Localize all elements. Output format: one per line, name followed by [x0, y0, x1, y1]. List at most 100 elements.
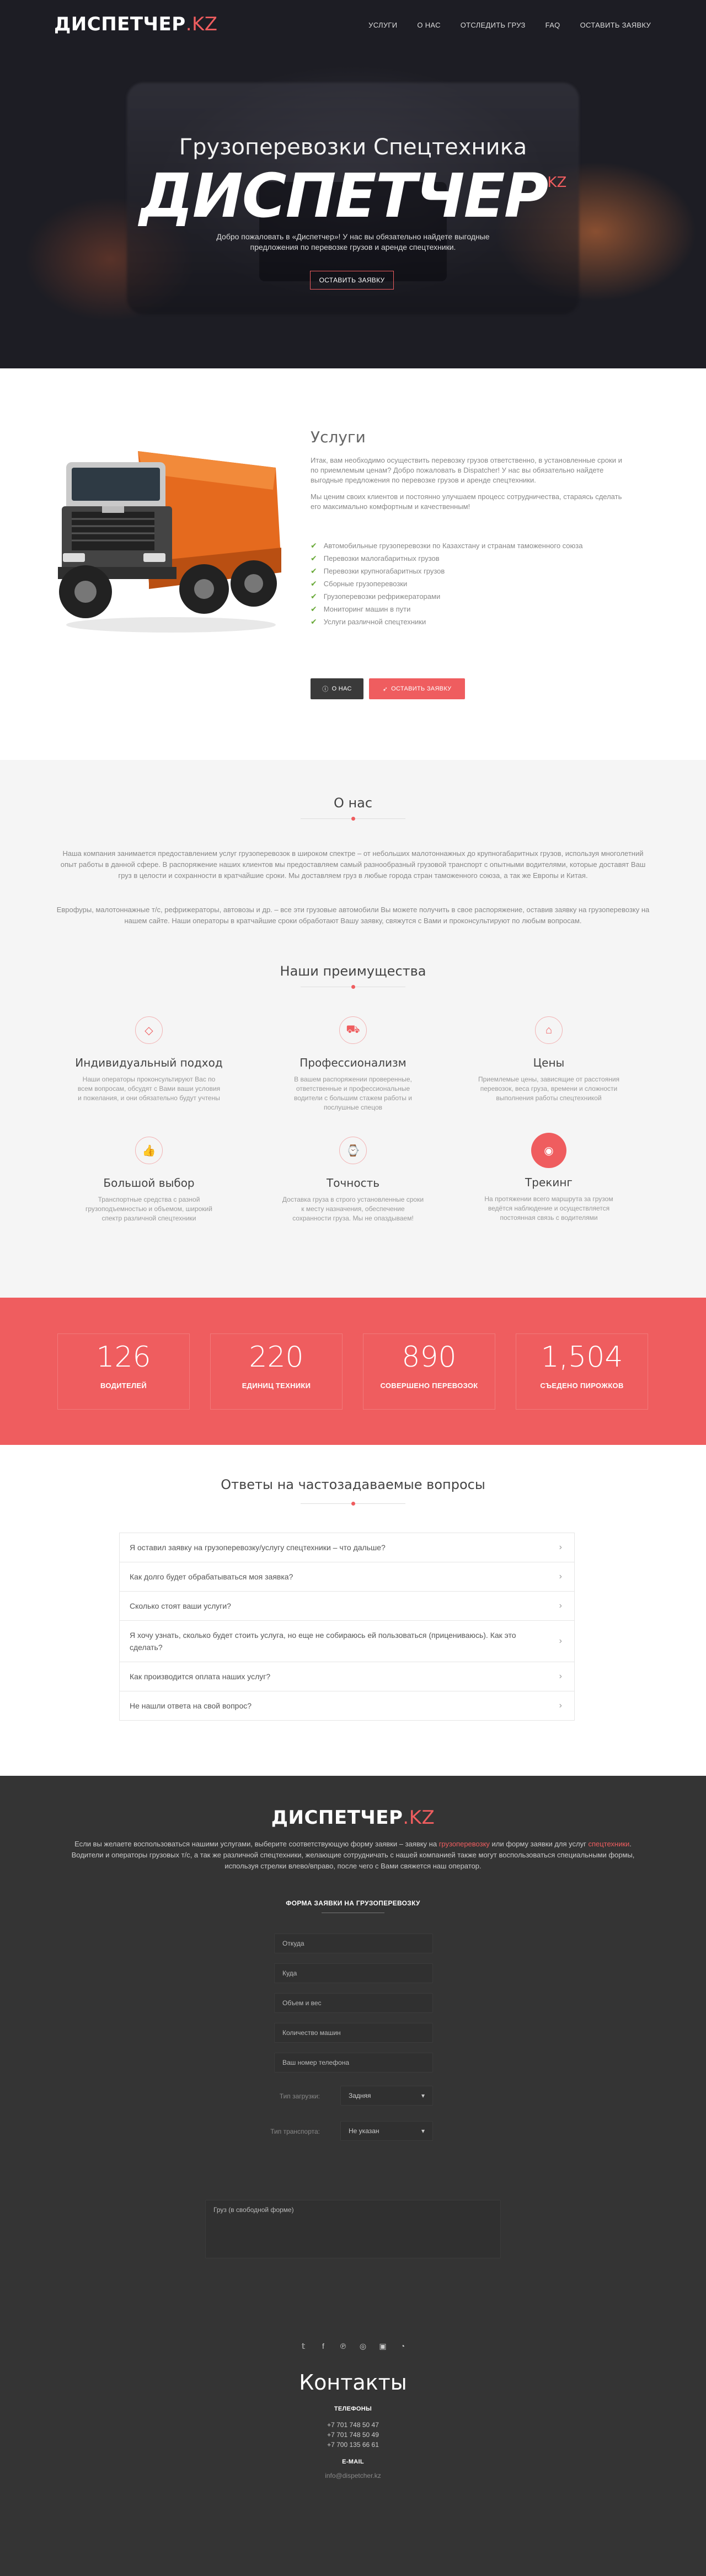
nav-item-track[interactable]: ОТСЛЕДИТЬ ГРУЗ: [461, 21, 526, 29]
stat-value: 1,504: [541, 1341, 623, 1374]
faq-item[interactable]: Не нашли ответа на свой вопрос? ›: [120, 1691, 574, 1720]
order-button[interactable]: ➶ ОСТАВИТЬ ЗАЯВКУ: [369, 678, 465, 699]
feature-card: ◉ Трекинг На протяжении всего маршрута з…: [466, 1133, 632, 1223]
services-paragraph-1: Итак, вам необходимо осуществить перевоз…: [311, 456, 622, 484]
truck-image: [58, 451, 281, 633]
divider-dot: [351, 1502, 355, 1506]
logo-suffix: .KZ: [403, 1807, 435, 1829]
list-item: ✔ Перевозки крупногабаритных грузов: [311, 565, 582, 577]
special-equipment-link[interactable]: спецтехники: [588, 1840, 629, 1848]
feature-title: Большой выбор: [103, 1176, 195, 1190]
footer-section: ДИСПЕТЧЕР.KZ Если вы желаете воспользова…: [0, 1776, 706, 2576]
feature-card: ⌚ Точность Доставка груза в строго устан…: [270, 1137, 436, 1223]
phone-number[interactable]: +7 700 135 66 61: [0, 2441, 706, 2449]
list-item-text: Услуги различной спецтехники: [323, 618, 426, 626]
list-item: ✔ Мониторинг машин в пути: [311, 603, 582, 615]
feature-card: 👍 Большой выбор Транспортные средства с …: [66, 1137, 232, 1223]
rss-icon[interactable]: ◔: [398, 2342, 408, 2351]
to-input[interactable]: Куда: [274, 1963, 433, 1983]
order-button-label: ОСТАВИТЬ ЗАЯВКУ: [391, 685, 452, 692]
email-link[interactable]: info@dispetcher.kz: [0, 2472, 706, 2479]
cargo-link[interactable]: грузоперевозку: [439, 1840, 490, 1848]
feature-card: ⛟ Профессионализм В вашем распоряжении п…: [270, 1016, 436, 1112]
feature-card: ⌂ Цены Приемлемые цены, зависящие от рас…: [466, 1016, 632, 1103]
pinterest-icon[interactable]: ℗: [338, 2342, 348, 2351]
phones-label: ТЕЛЕФОНЫ: [334, 2406, 372, 2412]
stat-label: СОВЕРШЕНО ПЕРЕВОЗОК: [380, 1381, 478, 1390]
about-paragraph-1: Наша компания занимается предоставлением…: [60, 849, 646, 880]
services-paragraph-2: Мы ценим своих клиентов и постоянно улуч…: [311, 492, 622, 511]
feature-card: ◇ Индивидуальный подход Наши операторы п…: [66, 1016, 232, 1103]
instagram-icon[interactable]: ▣: [378, 2342, 388, 2351]
stat-value: 220: [249, 1341, 304, 1374]
volume-weight-input[interactable]: Объем и вес: [274, 1993, 433, 2013]
cargo-textarea[interactable]: Груз (в свободной форме): [205, 2200, 501, 2258]
stats-section: 126 ВОДИТЕЛЕЙ 220 ЕДИНИЦ ТЕХНИКИ 890 СОВЕРШ…: [0, 1298, 706, 1445]
about-paragraph-2: Еврофуры, малотоннажные т/с, рефрижерато…: [56, 906, 650, 925]
faq-question: Как производится оплата наших услуг?: [130, 1672, 271, 1681]
stat-value: 890: [402, 1341, 457, 1374]
phone-number[interactable]: +7 701 748 50 49: [0, 2431, 706, 2439]
transport-type-label: Тип транспорта:: [270, 2128, 320, 2135]
faq-question: Как долго будет обрабатываться моя заявк…: [130, 1572, 293, 1581]
phone-number[interactable]: +7 701 748 50 47: [0, 2421, 706, 2429]
stat-card: 126 ВОДИТЕЛЕЙ: [57, 1333, 190, 1410]
faq-item[interactable]: Я оставил заявку на грузоперевозку/услуг…: [120, 1533, 574, 1562]
nav-item-about[interactable]: О НАС: [417, 21, 440, 29]
about-button-label: О НАС: [331, 685, 352, 692]
hero-title-sup: KZ: [547, 174, 567, 191]
hero-title-text: ДИСПЕТЧЕР: [139, 160, 549, 231]
from-input[interactable]: Откуда: [274, 1934, 433, 1953]
check-icon: ✔: [311, 566, 317, 575]
feature-text: Приемлемые цены, зависящие от расстояния…: [478, 1075, 620, 1102]
facebook-icon[interactable]: f: [318, 2342, 328, 2351]
diamond-icon: ◇: [135, 1016, 163, 1044]
nav-item-faq[interactable]: FAQ: [545, 21, 560, 29]
transport-type-select[interactable]: Не указан ▾: [340, 2121, 433, 2141]
faq-item[interactable]: Как производится оплата наших услуг? ›: [120, 1662, 574, 1691]
phone-input[interactable]: Ваш номер телефона: [274, 2053, 433, 2072]
list-item: ✔ Сборные грузоперевозки: [311, 577, 582, 590]
feature-text: Наши операторы проконсультируют Вас по в…: [77, 1075, 221, 1102]
about-title: О нас: [333, 795, 373, 811]
about-section: О нас Наша компания занимается предостав…: [0, 760, 706, 1298]
footer-text-part: или форму заявки для услуг: [489, 1840, 589, 1848]
load-type-value: Задняя: [349, 2092, 371, 2100]
eye-icon: ◉: [531, 1133, 566, 1168]
nav-item-services[interactable]: УСЛУГИ: [368, 21, 397, 29]
divider-dot: [351, 985, 355, 989]
hero-order-button[interactable]: ОСТАВИТЬ ЗАЯВКУ: [310, 271, 394, 290]
services-list: ✔ Автомобильные грузоперевозки по Казахст…: [311, 539, 582, 628]
thumbs-up-icon: 👍: [135, 1137, 163, 1164]
stat-card: 890 СОВЕРШЕНО ПЕРЕВОЗОК: [363, 1333, 495, 1410]
site-logo[interactable]: ДИСПЕТЧЕР.KZ: [54, 13, 218, 35]
hero-intro: Добро пожаловать в «Диспетчер»! У нас вы…: [216, 232, 490, 251]
load-type-select[interactable]: Задняя ▾: [340, 2086, 433, 2106]
advantages-title: Наши преимущества: [280, 963, 426, 979]
check-icon: ✔: [311, 592, 317, 601]
footer-logo: ДИСПЕТЧЕР.KZ: [0, 1807, 706, 1829]
nav-item-order[interactable]: ОСТАВИТЬ ЗАЯВКУ: [580, 21, 651, 29]
footer-text-part: Если вы желаете воспользоваться нашими у…: [74, 1840, 439, 1848]
about-button[interactable]: ⓘ О НАС: [311, 678, 363, 699]
stat-card: 1,504 СЪЕДЕНО ПИРОЖКОВ: [516, 1333, 648, 1410]
caret-down-icon: ▾: [421, 2127, 425, 2135]
faq-item[interactable]: Как долго будет обрабатываться моя заявк…: [120, 1562, 574, 1592]
stat-card: 220 ЕДИНИЦ ТЕХНИКИ: [210, 1333, 343, 1410]
contacts-title: Контакты: [299, 2370, 407, 2395]
faq-item[interactable]: Я хочу узнать, сколько будет стоить услу…: [120, 1621, 574, 1662]
stat-value: 126: [96, 1341, 151, 1374]
list-item-text: Перевозки крупногабаритных грузов: [323, 567, 445, 575]
list-item: ✔ Автомобильные грузоперевозки по Казахст…: [311, 539, 582, 552]
services-title: Услуги: [311, 428, 366, 446]
info-icon: ⓘ: [322, 686, 329, 693]
chevron-right-icon: ›: [559, 1636, 562, 1646]
faq-item[interactable]: Сколько стоят ваши услуги? ›: [120, 1592, 574, 1621]
truck-icon: ⛟: [339, 1016, 367, 1044]
feature-text: Транспортные средства с разной грузоподъ…: [85, 1196, 212, 1222]
hero-section: ДИСПЕТЧЕР.KZ УСЛУГИ О НАС ОТСЛЕДИТЬ ГРУЗ…: [0, 0, 706, 368]
tag-icon: ⌂: [535, 1016, 563, 1044]
cars-count-input[interactable]: Количество машин: [274, 2023, 433, 2043]
dribbble-icon[interactable]: ◎: [358, 2342, 368, 2351]
twitter-icon[interactable]: 𝕥: [298, 2342, 308, 2351]
